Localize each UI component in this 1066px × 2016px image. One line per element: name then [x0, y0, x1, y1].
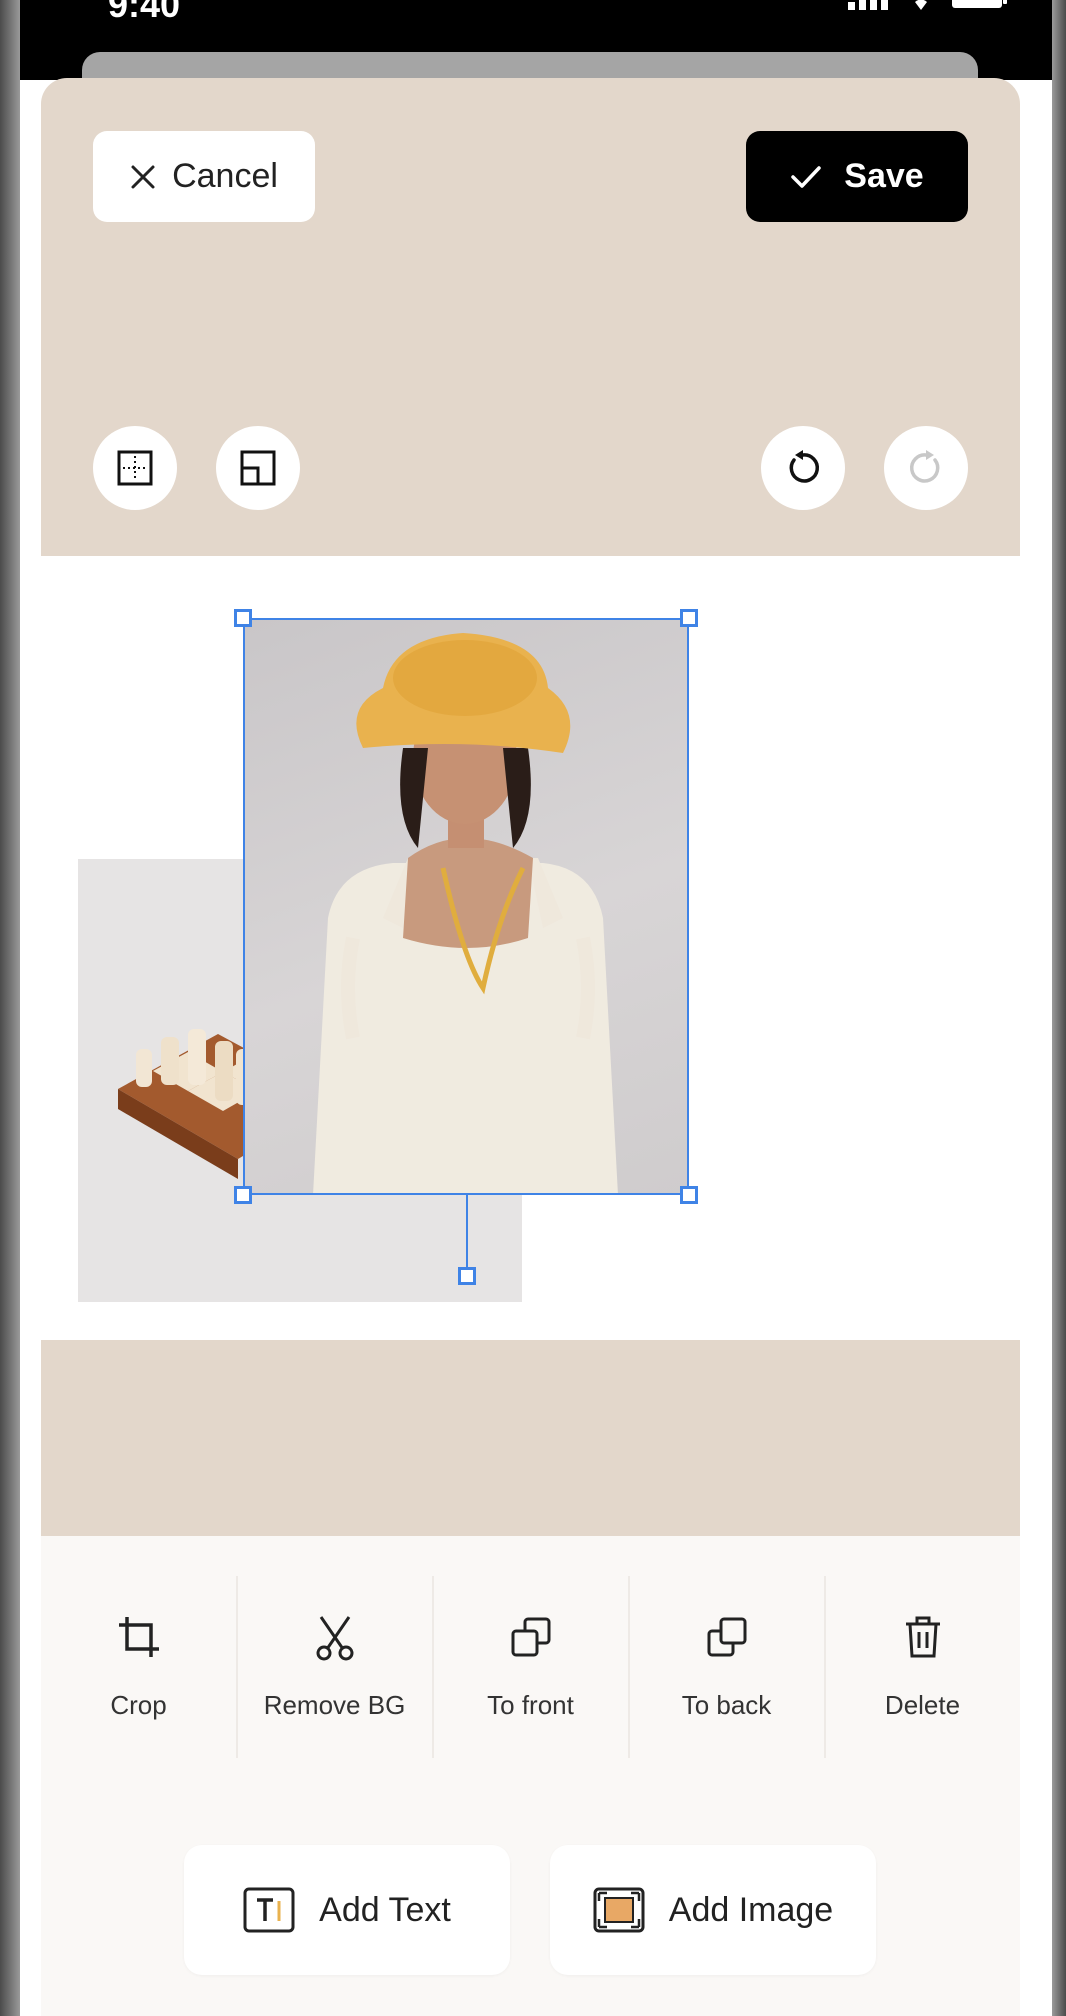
device-frame-left — [0, 0, 20, 2016]
cancel-label: Cancel — [172, 157, 278, 195]
rotation-stem — [466, 1195, 468, 1267]
bring-to-front-icon — [511, 1617, 550, 1657]
delete-label: Delete — [884, 1690, 961, 1720]
send-to-back-icon — [707, 1617, 746, 1657]
design-canvas[interactable] — [41, 556, 1020, 1340]
selection-box — [243, 618, 689, 1195]
redo-button[interactable] — [884, 426, 968, 510]
status-time: 9:40 — [108, 0, 181, 25]
to-back-button[interactable]: To back — [629, 1536, 824, 1796]
resize-handle-bottom-left[interactable] — [234, 1186, 252, 1204]
grid-toggle-button[interactable] — [93, 426, 177, 510]
resize-handle-top-right[interactable] — [680, 609, 698, 627]
redo-icon — [909, 450, 940, 483]
crop-icon — [118, 1617, 159, 1657]
add-image-button[interactable]: Add Image — [550, 1845, 876, 1975]
remove-bg-button[interactable]: Remove BG — [237, 1536, 432, 1796]
trash-icon — [905, 1616, 940, 1658]
crop-label: Crop — [110, 1690, 167, 1720]
undo-button[interactable] — [761, 426, 845, 510]
status-icons — [848, 0, 1008, 10]
layout-button[interactable] — [216, 426, 300, 510]
save-button[interactable]: Save — [746, 131, 968, 222]
crop-button[interactable]: Crop — [41, 1536, 236, 1796]
battery-icon — [952, 0, 1007, 8]
close-icon — [131, 165, 155, 188]
add-text-button[interactable]: Add Text — [184, 1845, 510, 1975]
phone-screen: 9:40 Cancel Save Crop Remove BG To front… — [20, 0, 1052, 2016]
save-label: Save — [844, 157, 924, 195]
resize-handle-top-left[interactable] — [234, 609, 252, 627]
delete-button[interactable]: Delete — [825, 1536, 1020, 1796]
undo-icon — [789, 450, 820, 483]
layout-icon — [240, 450, 276, 486]
check-icon — [791, 165, 822, 188]
remove-bg-label: Remove BG — [263, 1690, 406, 1720]
edit-toolbar: Crop Remove BG To front To back Delete — [41, 1536, 1020, 1798]
signal-icon — [848, 0, 888, 10]
grid-icon — [117, 450, 153, 486]
device-frame-right — [1052, 0, 1066, 2016]
resize-handle-bottom-right[interactable] — [680, 1186, 698, 1204]
add-text-label: Add Text — [319, 1890, 451, 1929]
scissors-icon — [316, 1616, 353, 1661]
image-icon — [593, 1887, 645, 1933]
to-back-label: To back — [681, 1690, 772, 1720]
text-box-icon — [243, 1887, 295, 1933]
rotation-handle[interactable] — [458, 1267, 476, 1285]
to-front-label: To front — [487, 1690, 574, 1720]
add-image-label: Add Image — [668, 1890, 834, 1929]
bottom-actions: Add Text Add Image — [41, 1796, 1020, 2016]
photo-editor-sheet: Cancel Save Crop Remove BG To front To b… — [41, 78, 1020, 2016]
to-front-button[interactable]: To front — [433, 1536, 628, 1796]
wifi-icon — [915, 0, 927, 10]
cancel-button[interactable]: Cancel — [93, 131, 315, 222]
